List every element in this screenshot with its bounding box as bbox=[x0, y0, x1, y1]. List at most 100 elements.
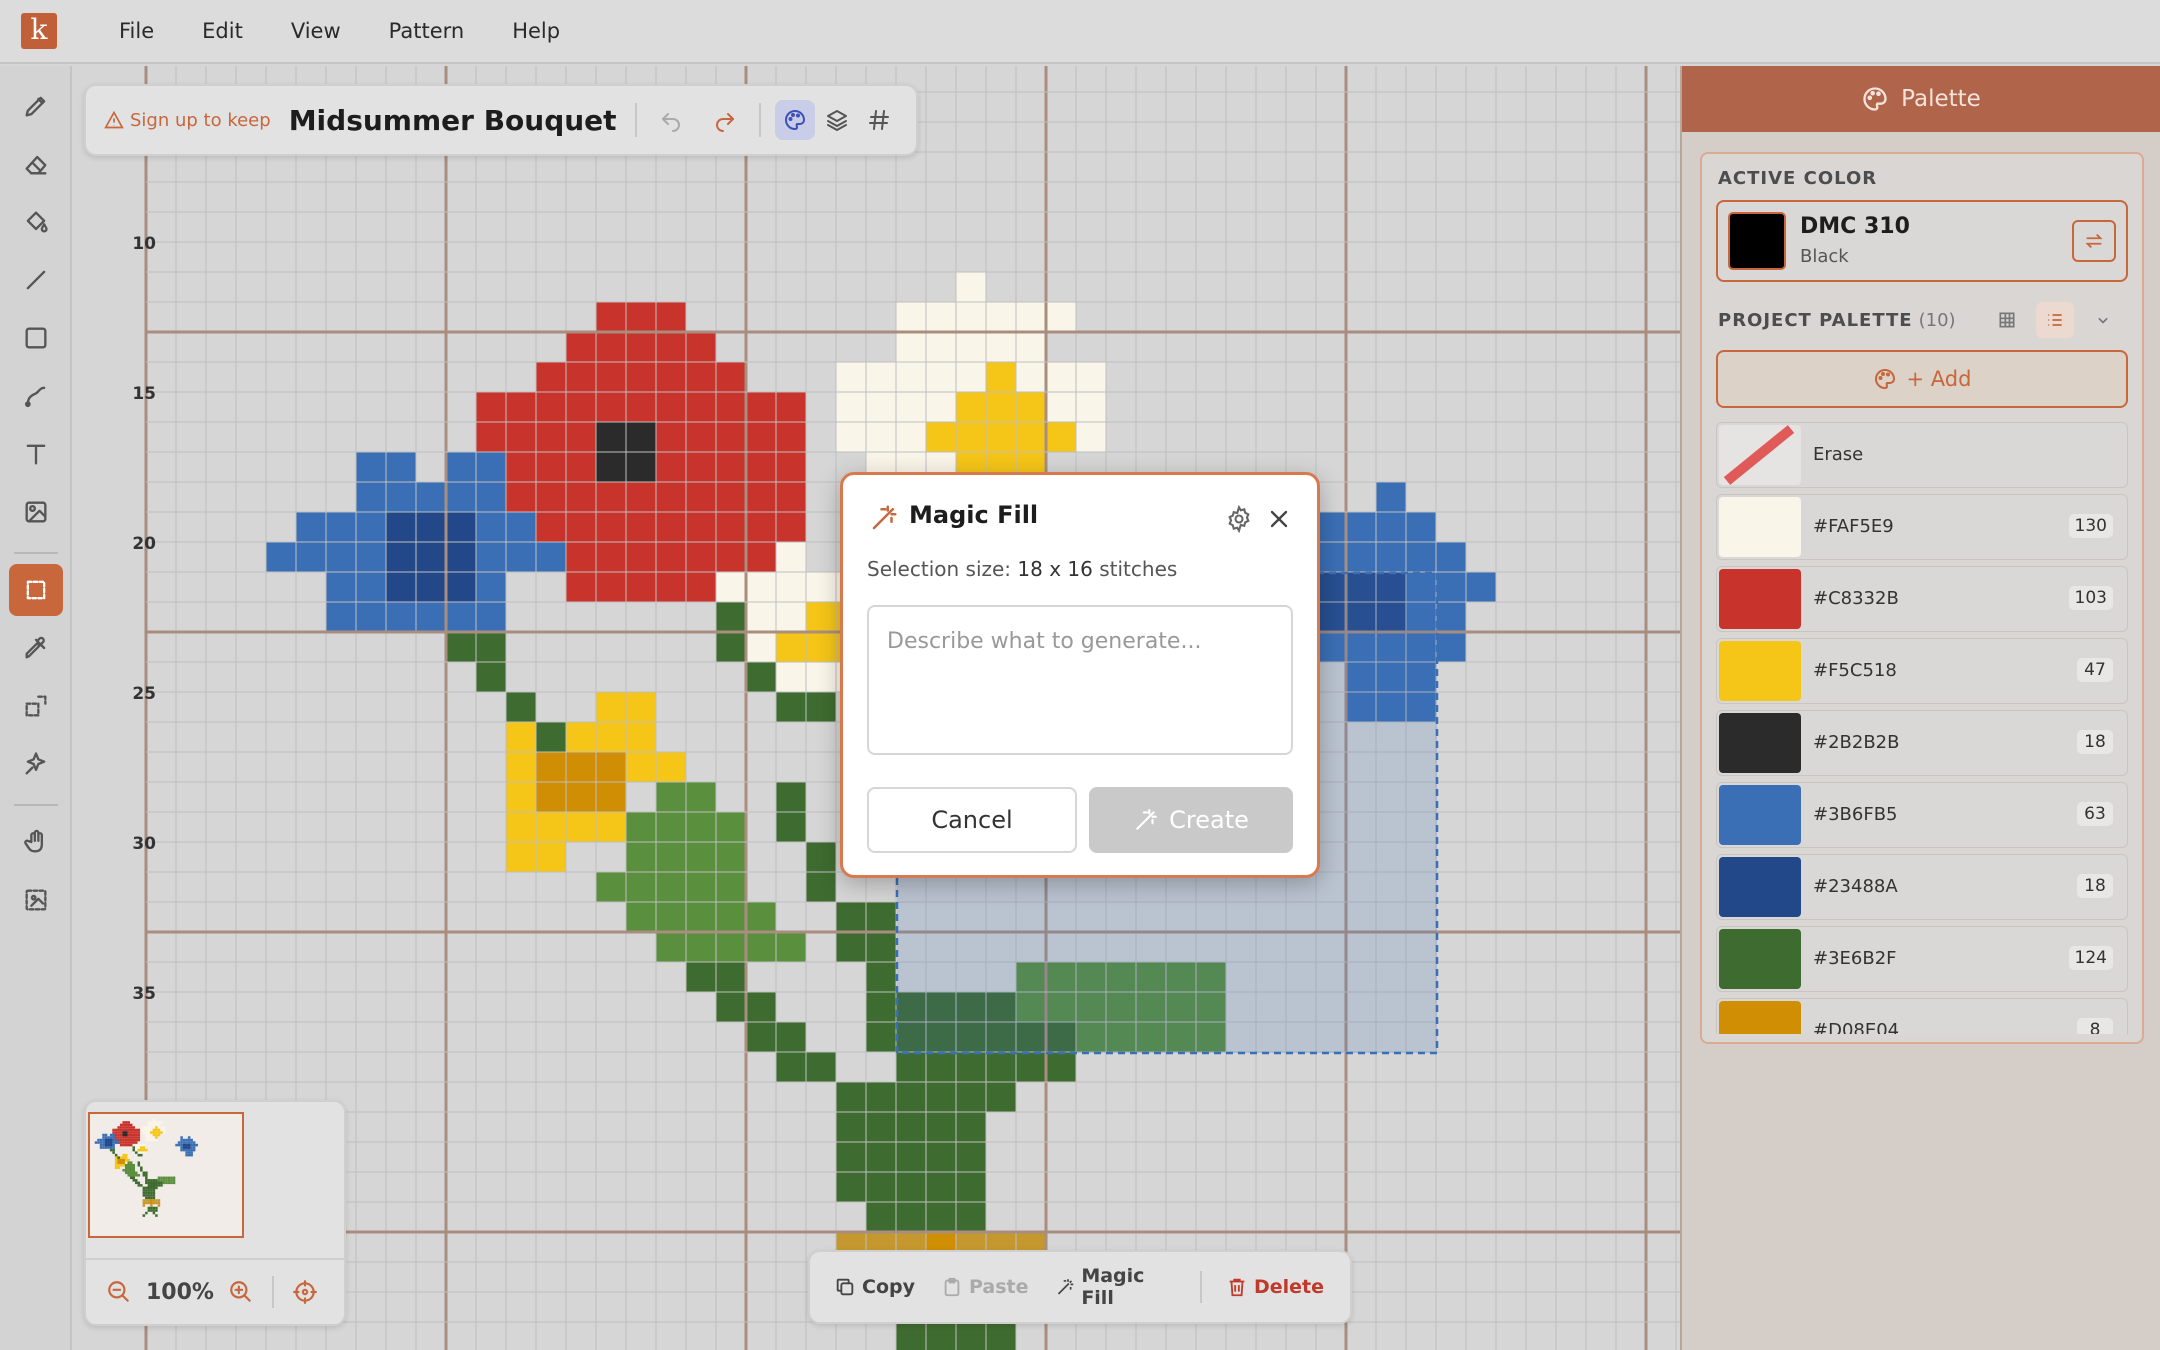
stitch bbox=[476, 512, 506, 542]
select-tool[interactable] bbox=[9, 564, 63, 616]
project-title[interactable]: Midsummer Bouquet bbox=[289, 104, 617, 137]
palette-color-row[interactable]: #3B6FB5 63 bbox=[1716, 782, 2128, 848]
minimap-stitch bbox=[190, 1153, 193, 1157]
minimap-stitch bbox=[122, 1143, 125, 1147]
palette-count: (10) bbox=[1918, 310, 1956, 331]
paste-button[interactable]: Paste bbox=[941, 1276, 1029, 1298]
zoom-controls: 100% bbox=[86, 1258, 344, 1324]
minimap-stitch bbox=[127, 1138, 130, 1142]
redo-button[interactable] bbox=[705, 100, 745, 140]
minimap-stitch bbox=[152, 1131, 156, 1134]
stitch bbox=[896, 1202, 926, 1232]
minimap-stitch bbox=[155, 1179, 158, 1182]
stitch bbox=[536, 722, 566, 752]
menu-help[interactable]: Help bbox=[488, 19, 584, 43]
close-icon[interactable] bbox=[1265, 505, 1293, 533]
gear-icon[interactable] bbox=[1225, 505, 1253, 533]
pan-tool[interactable] bbox=[9, 816, 63, 868]
list-view-button[interactable] bbox=[2036, 302, 2074, 338]
minimap-stitch bbox=[137, 1136, 141, 1139]
magic-fill-button[interactable]: Magic Fill bbox=[1055, 1265, 1179, 1309]
stitch bbox=[776, 602, 806, 632]
stitch bbox=[926, 1172, 956, 1202]
color-swatch bbox=[1719, 1001, 1801, 1034]
stitch bbox=[536, 782, 566, 812]
palette-color-row[interactable]: #D08E04 8 bbox=[1716, 998, 2128, 1034]
image-tool[interactable] bbox=[9, 486, 63, 538]
eraser-tool[interactable] bbox=[9, 138, 63, 190]
delete-button[interactable]: Delete bbox=[1226, 1276, 1324, 1298]
stitch bbox=[716, 512, 746, 542]
minimap-stitch bbox=[165, 1181, 168, 1185]
stitch bbox=[986, 1052, 1016, 1082]
zoom-in-icon[interactable] bbox=[228, 1279, 254, 1305]
text-tool[interactable] bbox=[9, 428, 63, 480]
palette-color-row[interactable]: #C8332B 103 bbox=[1716, 566, 2128, 632]
grid-view-button[interactable] bbox=[1988, 302, 2026, 338]
cancel-button[interactable]: Cancel bbox=[867, 787, 1077, 853]
minimap-stitch bbox=[132, 1136, 136, 1139]
minimap-stitch bbox=[127, 1123, 130, 1127]
color-hex: #2B2B2B bbox=[1813, 732, 1900, 753]
rectangle-icon bbox=[25, 327, 47, 349]
stitch bbox=[1046, 422, 1076, 452]
eyedropper-tool[interactable] bbox=[9, 622, 63, 674]
fill-tool[interactable] bbox=[9, 196, 63, 248]
layers-button[interactable] bbox=[817, 100, 857, 140]
menu-file[interactable]: File bbox=[95, 19, 178, 43]
image-select-tool[interactable] bbox=[9, 874, 63, 926]
stitch bbox=[956, 1052, 986, 1082]
minimap-stitch bbox=[150, 1189, 153, 1192]
pencil-tool[interactable] bbox=[9, 80, 63, 132]
palette-color-row[interactable]: #2B2B2B 18 bbox=[1716, 710, 2128, 776]
row-label: 15 bbox=[132, 384, 156, 404]
create-button[interactable]: Create bbox=[1089, 787, 1293, 853]
minimap-stitch bbox=[147, 1136, 151, 1139]
minimap-stitch bbox=[142, 1146, 146, 1149]
stitch bbox=[686, 332, 716, 362]
stitch bbox=[746, 1022, 776, 1052]
palette-color-row[interactable]: #F5C518 47 bbox=[1716, 638, 2128, 704]
collapse-button[interactable] bbox=[2084, 302, 2122, 338]
active-color-card[interactable]: DMC 310 Black bbox=[1716, 200, 2128, 282]
stitch bbox=[716, 602, 746, 632]
minimap-stitch bbox=[142, 1194, 146, 1197]
minimap-stitch bbox=[152, 1199, 156, 1202]
stitch bbox=[926, 392, 956, 422]
copy-button[interactable]: Copy bbox=[834, 1276, 915, 1298]
palette-panel-header[interactable]: Palette bbox=[1682, 66, 2160, 132]
magic-fill-tool[interactable] bbox=[9, 738, 63, 790]
minimap-stitch bbox=[185, 1151, 188, 1154]
swap-color-button[interactable] bbox=[2072, 220, 2116, 262]
zoom-out-icon[interactable] bbox=[106, 1279, 132, 1305]
app-logo[interactable]: k bbox=[21, 13, 57, 49]
menu-pattern[interactable]: Pattern bbox=[365, 19, 489, 43]
palette-view-button[interactable] bbox=[774, 100, 815, 140]
menu-view[interactable]: View bbox=[267, 19, 365, 43]
magic-select-tool[interactable] bbox=[9, 680, 63, 732]
add-color-button[interactable]: + Add bbox=[1716, 350, 2128, 408]
palette-color-row[interactable]: #23488A 18 bbox=[1716, 854, 2128, 920]
sign-up-link[interactable]: Sign up to keep bbox=[104, 110, 271, 131]
palette-panel: Palette ACTIVE COLOR DMC 310 Black PROJE… bbox=[1680, 66, 2160, 1350]
menu-edit[interactable]: Edit bbox=[178, 19, 267, 43]
prompt-input[interactable] bbox=[867, 605, 1293, 755]
color-hex: #23488A bbox=[1813, 876, 1898, 897]
curve-tool[interactable] bbox=[9, 370, 63, 422]
rectangle-tool[interactable] bbox=[9, 312, 63, 364]
grid-toggle-button[interactable] bbox=[859, 100, 899, 140]
stitch bbox=[806, 1052, 836, 1082]
palette-color-row[interactable]: #FAF5E9 130 bbox=[1716, 494, 2128, 560]
stitch bbox=[1046, 1052, 1076, 1082]
stitch bbox=[746, 542, 776, 572]
recenter-icon[interactable] bbox=[292, 1279, 318, 1305]
undo-button[interactable] bbox=[651, 100, 691, 140]
minimap-thumbnail[interactable] bbox=[88, 1112, 244, 1238]
stitch bbox=[1376, 482, 1406, 512]
stitch bbox=[476, 572, 506, 602]
line-tool[interactable] bbox=[9, 254, 63, 306]
stitch bbox=[326, 542, 356, 572]
erase-row[interactable]: Erase bbox=[1716, 422, 2128, 488]
palette-color-row[interactable]: #3E6B2F 124 bbox=[1716, 926, 2128, 992]
minimap-stitch bbox=[145, 1211, 148, 1215]
